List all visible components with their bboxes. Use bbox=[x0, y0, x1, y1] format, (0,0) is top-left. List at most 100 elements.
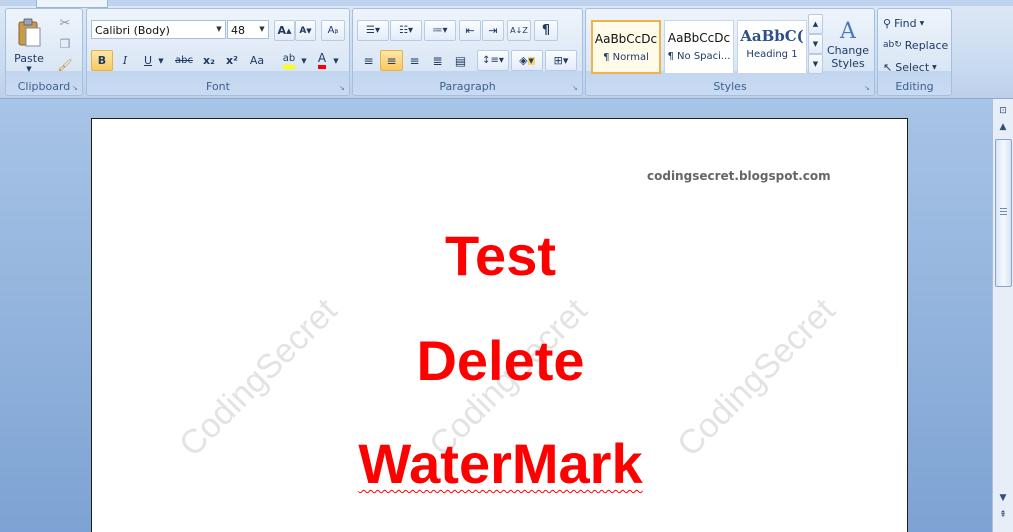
styles-launcher-icon[interactable]: ↘ bbox=[864, 85, 871, 92]
align-right-button[interactable]: ≡ bbox=[403, 50, 426, 71]
style-sample: AaBbC( bbox=[740, 27, 804, 45]
numbering-button[interactable]: ☷▾ bbox=[390, 20, 422, 41]
chevron-down-icon: ▼ bbox=[919, 19, 925, 27]
paint-bucket-icon: ◈ bbox=[519, 54, 528, 67]
highlight-dropdown[interactable]: ▼ bbox=[299, 50, 309, 71]
document-line[interactable]: Test bbox=[92, 224, 907, 288]
superscript-button[interactable]: x² bbox=[221, 50, 243, 71]
styles-scroll-down[interactable]: ▼ bbox=[808, 34, 823, 54]
shrink-font-button[interactable]: A ▼ bbox=[295, 20, 316, 41]
style-sample: AaBbCcDc bbox=[667, 31, 731, 45]
ribbon: Paste ▼ ✂ ❐ 🖌 Clipboard ↘ Calibri (Body)… bbox=[0, 0, 1013, 99]
font-name-value: Calibri (Body) bbox=[95, 24, 170, 37]
scroll-down-icon[interactable]: ▼ bbox=[994, 490, 1012, 506]
replace-button[interactable]: ab↻ Replace bbox=[882, 35, 948, 55]
subscript-button[interactable]: x₂ bbox=[198, 50, 220, 71]
style-no-spacing[interactable]: AaBbCcDc ¶ No Spaci... bbox=[664, 20, 734, 74]
paragraph-launcher-icon[interactable]: ↘ bbox=[572, 85, 579, 92]
font-size-combo[interactable]: 48 ▼ bbox=[227, 20, 269, 39]
italic-button[interactable]: I bbox=[114, 50, 136, 71]
strikethrough-button[interactable]: abc bbox=[171, 50, 197, 71]
distributed-button[interactable]: ▤ bbox=[449, 50, 472, 71]
document-line[interactable]: Delete bbox=[92, 329, 907, 393]
align-center-button[interactable]: ≡ bbox=[380, 50, 403, 71]
justify-button[interactable]: ≣ bbox=[426, 50, 449, 71]
select-button[interactable]: ↖ Select ▼ bbox=[882, 57, 948, 77]
copy-button[interactable]: ❐ bbox=[54, 34, 76, 54]
format-painter-button[interactable]: 🖌 bbox=[54, 55, 76, 75]
tab-home[interactable] bbox=[36, 0, 108, 8]
font-color-dropdown[interactable]: ▼ bbox=[331, 50, 341, 71]
align-center-icon: ≡ bbox=[386, 53, 397, 68]
scrollbar-thumb[interactable] bbox=[995, 139, 1012, 287]
underline-dropdown[interactable]: ▼ bbox=[156, 50, 166, 71]
show-marks-button[interactable]: ¶ bbox=[534, 20, 558, 41]
brush-icon: 🖌 bbox=[57, 58, 73, 72]
paste-button[interactable]: Paste ▼ bbox=[10, 13, 48, 77]
underline-button[interactable]: U bbox=[138, 50, 158, 71]
thumb-grip bbox=[1000, 208, 1007, 209]
highlighter-icon: ab bbox=[282, 53, 296, 69]
document-area[interactable]: CodingSecret CodingSecret CodingSecret c… bbox=[0, 99, 992, 532]
chevron-down-icon[interactable]: ▼ bbox=[213, 21, 225, 38]
font-group-label: Font bbox=[206, 80, 230, 93]
align-left-button[interactable]: ≡ bbox=[357, 50, 380, 71]
clear-formatting-button[interactable]: Aᵦ bbox=[321, 20, 345, 41]
style-heading-1[interactable]: AaBbC( Heading 1 bbox=[737, 20, 807, 74]
thumb-grip bbox=[1000, 211, 1007, 212]
styles-group: AaBbCcDc ¶ Normal AaBbCcDc ¶ No Spaci...… bbox=[585, 8, 875, 96]
chevron-down-icon[interactable]: ▼ bbox=[256, 21, 268, 38]
line-spacing-icon: ↕≡▾ bbox=[482, 55, 504, 66]
sort-button[interactable]: A↓Z bbox=[507, 20, 531, 41]
eraser-icon: Aᵦ bbox=[327, 25, 339, 36]
replace-label: Replace bbox=[904, 38, 949, 52]
shading-button[interactable]: ◈ ▼ bbox=[511, 50, 543, 71]
pointer-icon: ↖ bbox=[883, 60, 893, 74]
cut-button[interactable]: ✂ bbox=[54, 13, 76, 33]
bullets-button[interactable]: ☰▾ bbox=[357, 20, 389, 41]
font-color-icon: A bbox=[317, 52, 327, 69]
document-line[interactable]: WaterMark bbox=[92, 432, 907, 496]
grow-font-button[interactable]: A ▲ bbox=[274, 20, 295, 41]
chevron-down-icon: ▼ bbox=[527, 56, 535, 65]
ruler-toggle-icon[interactable]: ⊡ bbox=[994, 103, 1012, 119]
borders-button[interactable]: ⊞▾ bbox=[545, 50, 577, 71]
decrease-indent-button[interactable]: ⇤ bbox=[459, 20, 481, 41]
line-spacing-button[interactable]: ↕≡▾ bbox=[477, 50, 509, 71]
chevron-down-icon: ▼ bbox=[932, 63, 937, 71]
justify-icon: ≣ bbox=[432, 53, 443, 68]
increase-indent-button[interactable]: ⇥ bbox=[482, 20, 504, 41]
style-normal[interactable]: AaBbCcDc ¶ Normal bbox=[591, 20, 661, 74]
scroll-up-icon[interactable]: ▲ bbox=[994, 119, 1012, 135]
borders-icon: ⊞▾ bbox=[553, 54, 569, 67]
document-page[interactable]: CodingSecret CodingSecret CodingSecret c… bbox=[91, 118, 908, 532]
change-styles-icon: A bbox=[840, 19, 856, 44]
multilevel-list-icon: ≔▾ bbox=[432, 25, 448, 36]
styles-scroll-up[interactable]: ▲ bbox=[808, 14, 823, 34]
style-name: ¶ No Spaci... bbox=[667, 51, 731, 62]
word-window: Paste ▼ ✂ ❐ 🖌 Clipboard ↘ Calibri (Body)… bbox=[0, 0, 1013, 532]
find-button[interactable]: ⚲ Find ▼ bbox=[882, 13, 948, 33]
font-color-button[interactable]: A bbox=[311, 50, 333, 71]
indent-icon: ⇥ bbox=[488, 24, 498, 37]
vertical-scrollbar[interactable]: ⊡ ▲ ▼ ⇞ bbox=[992, 99, 1013, 532]
multilevel-list-button[interactable]: ≔▾ bbox=[424, 20, 456, 41]
misspelled-word[interactable]: WaterMark bbox=[358, 432, 642, 495]
font-size-value: 48 bbox=[231, 24, 245, 37]
thumb-grip bbox=[1000, 214, 1007, 215]
highlight-button[interactable]: ab bbox=[277, 50, 301, 71]
change-case-button[interactable]: Aa bbox=[244, 50, 270, 71]
clipboard-launcher-icon[interactable]: ↘ bbox=[72, 85, 79, 92]
font-name-combo[interactable]: Calibri (Body) ▼ bbox=[91, 20, 226, 39]
numbered-list-icon: ☷▾ bbox=[399, 25, 413, 36]
change-styles-button[interactable]: A Change Styles bbox=[824, 13, 872, 77]
font-launcher-icon[interactable]: ↘ bbox=[339, 85, 346, 92]
bullet-list-icon: ☰▾ bbox=[366, 25, 380, 36]
font-group: Calibri (Body) ▼ 48 ▼ A ▲ A ▼ Aᵦ B I U ▼ a… bbox=[86, 8, 350, 96]
paste-label: Paste bbox=[14, 51, 44, 65]
paragraph-group: ☰▾ ☷▾ ≔▾ ⇤ ⇥ A↓Z ¶ ≡ ≡ ≡ ≣ ▤ ↕≡▾ ◈ ▼ ⊞▾ … bbox=[352, 8, 583, 96]
bold-button[interactable]: B bbox=[91, 50, 113, 71]
previous-page-icon[interactable]: ⇞ bbox=[994, 507, 1012, 523]
replace-icon: ab↻ bbox=[883, 40, 902, 50]
styles-more-button[interactable]: ▼ bbox=[808, 54, 823, 74]
